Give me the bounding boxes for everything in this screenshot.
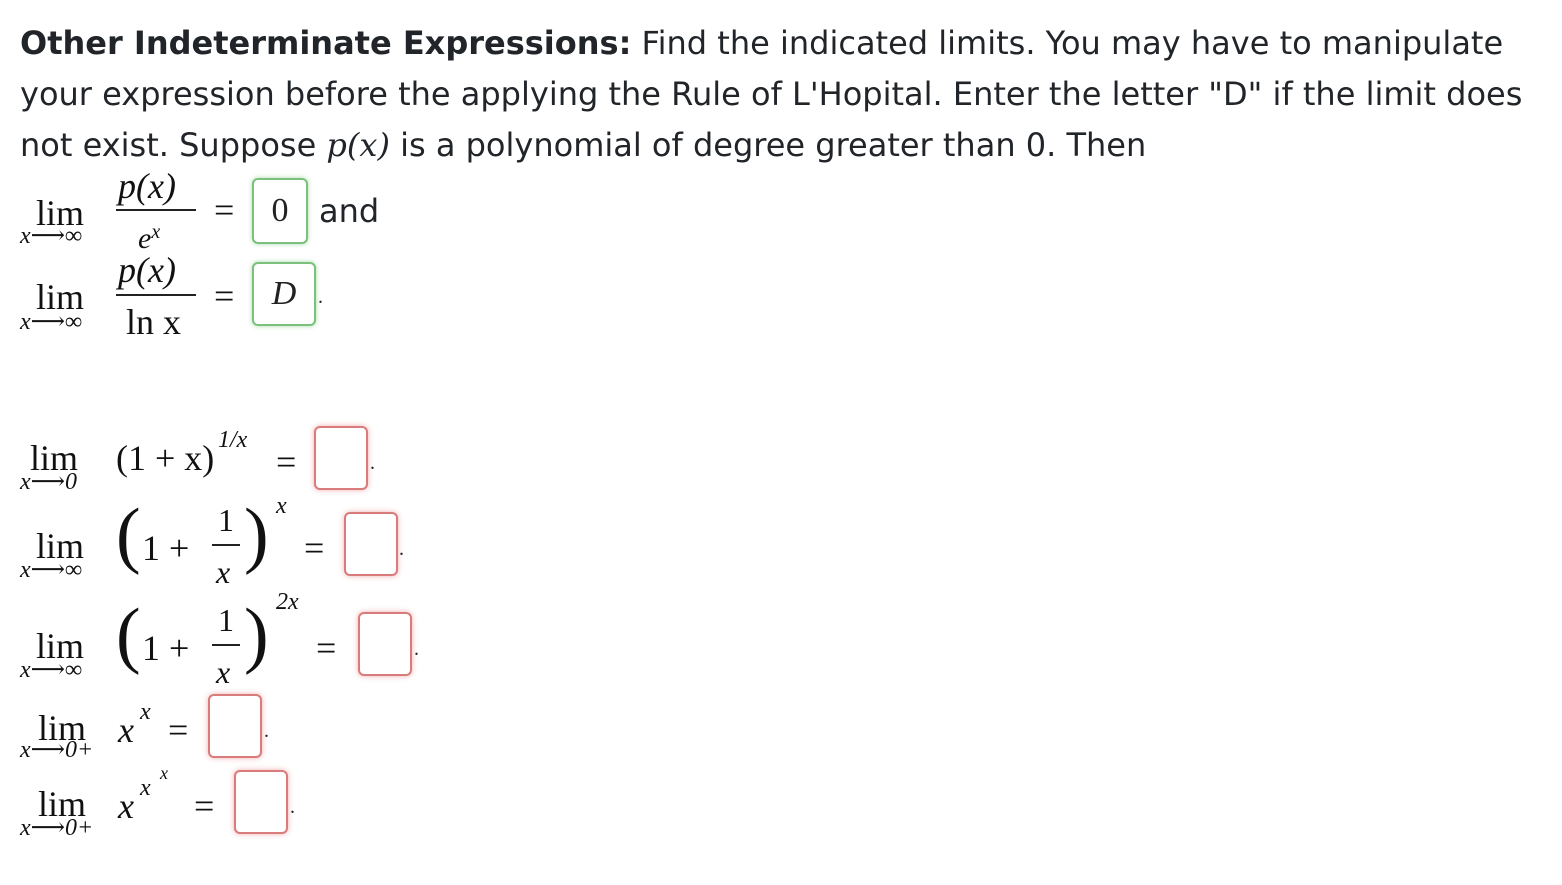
fraction-numerator: 1 xyxy=(218,502,234,538)
exponent-of-exponent: x xyxy=(160,763,168,783)
exponent: 1/x xyxy=(218,427,248,453)
exponent: x xyxy=(140,775,151,801)
answer-field-5[interactable] xyxy=(358,612,412,676)
right-paren: ) xyxy=(244,494,269,576)
left-paren: ( xyxy=(116,594,141,676)
answer-field-3[interactable] xyxy=(314,426,368,490)
fraction-denominator: x xyxy=(216,654,231,690)
fraction-bar xyxy=(212,544,240,546)
period: . xyxy=(318,286,323,308)
equals-sign: = xyxy=(304,528,325,568)
lim-subscript: x⟶0+ xyxy=(20,815,94,841)
fraction-numerator: 1 xyxy=(218,602,234,638)
lim-subscript: x⟶∞ xyxy=(20,309,83,335)
lim-subscript: x⟶∞ xyxy=(20,223,83,249)
answer-field-6[interactable] xyxy=(208,694,262,758)
base-expression: 1 + xyxy=(142,628,190,668)
fraction-denominator: ln x xyxy=(126,302,182,342)
equals-sign: = xyxy=(168,710,189,750)
fraction-bar xyxy=(212,644,240,646)
exponent: x xyxy=(276,493,287,519)
lim-subscript: x⟶∞ xyxy=(20,657,83,683)
fraction-bar xyxy=(116,209,196,211)
p-of-x: p(x) xyxy=(326,126,390,164)
lim-subscript: x⟶0 xyxy=(20,469,78,495)
answer-field-4[interactable] xyxy=(344,512,398,576)
base-expression: (1 + x) xyxy=(116,438,215,478)
period: . xyxy=(370,452,375,474)
answer-field-7[interactable] xyxy=(234,770,288,834)
answer-field-2[interactable]: D xyxy=(252,262,316,326)
problem-heading: Other Indeterminate Expressions: xyxy=(20,24,632,62)
denominator-exponent: x xyxy=(151,221,161,243)
period: . xyxy=(290,796,295,818)
answer-field-1[interactable]: 0 xyxy=(252,178,308,244)
equals-sign: = xyxy=(276,442,297,482)
problem-statement: Other Indeterminate Expressions: Find th… xyxy=(20,18,1540,171)
equals-sign: = xyxy=(194,786,215,826)
exponent: 2x xyxy=(276,589,299,615)
equals-sign: = xyxy=(214,276,235,316)
base-expression: 1 + xyxy=(142,528,190,568)
equals-sign: = xyxy=(214,190,235,230)
equals-sign: = xyxy=(316,628,337,668)
fraction-numerator: p(x) xyxy=(118,166,176,206)
exponent: x xyxy=(140,699,151,725)
lim-subscript: x⟶∞ xyxy=(20,557,83,583)
fraction-bar xyxy=(116,294,196,296)
fraction-numerator: p(x) xyxy=(118,250,176,290)
period: . xyxy=(264,720,269,742)
period: . xyxy=(414,638,419,660)
base-expression: x xyxy=(118,786,134,826)
base-expression: x xyxy=(118,710,134,750)
right-paren: ) xyxy=(244,594,269,676)
lim-subscript: x⟶0+ xyxy=(20,737,94,763)
left-paren: ( xyxy=(116,494,141,576)
problem-text-2: is a polynomial of degree greater than 0… xyxy=(389,126,1147,164)
and-text: and xyxy=(319,192,380,230)
period: . xyxy=(399,538,404,560)
fraction-denominator: x xyxy=(216,554,231,590)
